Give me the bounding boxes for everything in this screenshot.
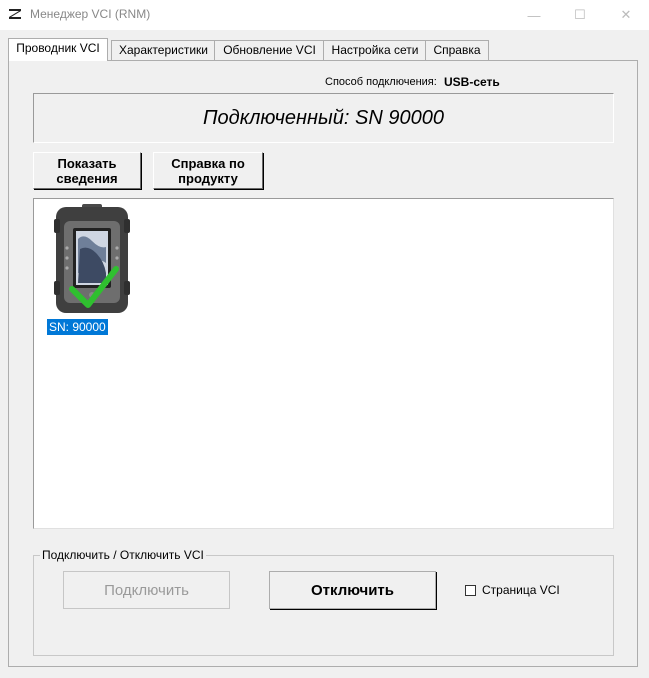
- show-info-button[interactable]: Показать сведения: [33, 152, 141, 189]
- title-bar: Менеджер VCI (RNM) — ☐ ✕: [0, 0, 649, 30]
- vci-device-icon[interactable]: [54, 203, 130, 315]
- connection-method-label: Способ подключения:: [325, 76, 437, 88]
- window-title: Менеджер VCI (RNM): [30, 7, 151, 21]
- connection-status: Подключенный: SN 90000: [203, 106, 444, 129]
- app-icon: [9, 9, 21, 19]
- show-info-button-label: Показать сведения: [56, 155, 118, 186]
- status-box: Подключенный: SN 90000: [33, 93, 614, 143]
- tab-network-settings[interactable]: Настройка сети: [323, 40, 427, 60]
- tab-help[interactable]: Справка: [425, 40, 489, 60]
- device-label[interactable]: SN: 90000: [47, 319, 108, 335]
- product-help-button[interactable]: Справка по продукту: [153, 152, 263, 189]
- maximize-button[interactable]: ☐: [557, 0, 603, 30]
- tab-characteristics[interactable]: Характеристики: [111, 40, 216, 60]
- vci-page-checkbox[interactable]: [465, 585, 476, 596]
- close-button[interactable]: ✕: [603, 0, 649, 30]
- vci-page-checkbox-label[interactable]: Страница VCI: [482, 583, 560, 597]
- connection-method-value: USB-сеть: [444, 75, 500, 89]
- disconnect-button[interactable]: Отключить: [269, 571, 436, 609]
- group-title: Подключить / Отключить VCI: [40, 548, 206, 562]
- product-help-button-label: Справка по продукту: [171, 155, 245, 186]
- tab-vci-update[interactable]: Обновление VCI: [214, 40, 325, 60]
- tab-vci-explorer[interactable]: Проводник VCI: [8, 38, 108, 61]
- minimize-button[interactable]: —: [511, 0, 557, 30]
- connect-button[interactable]: Подключить: [63, 571, 230, 609]
